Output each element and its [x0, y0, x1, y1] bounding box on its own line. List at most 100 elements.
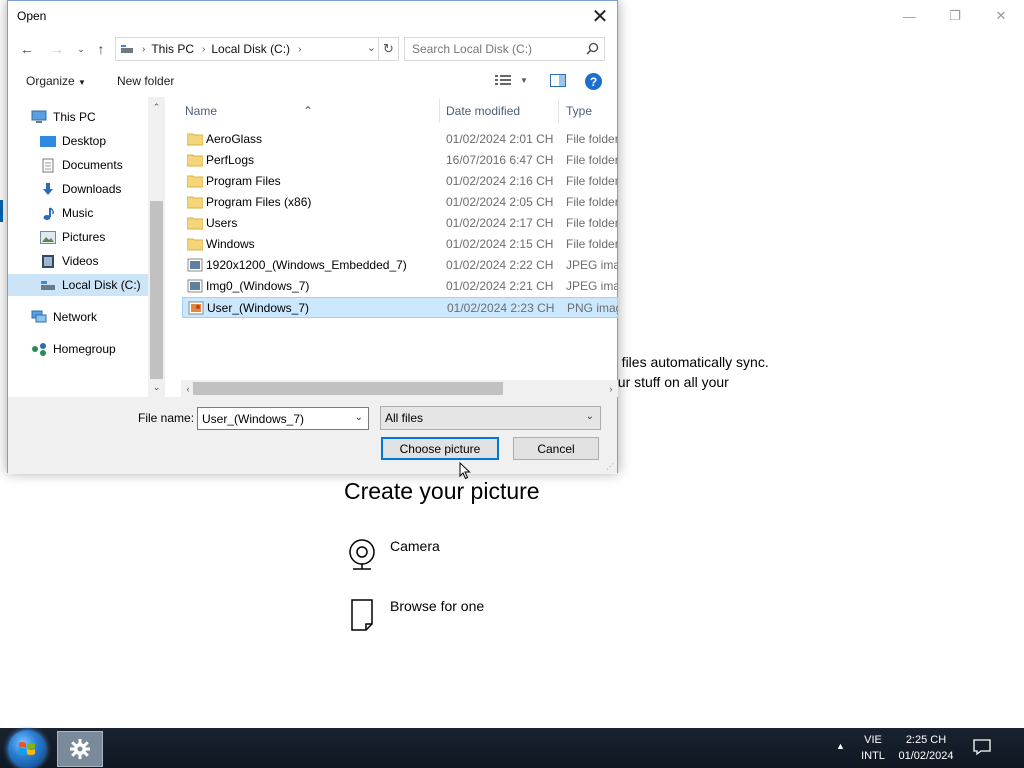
file-name: User_(Windows_7) [207, 301, 310, 315]
file-name: Users [206, 216, 238, 230]
column-divider[interactable] [558, 99, 559, 123]
nav-vertical-scrollbar[interactable]: ⌃ ⌄ [148, 97, 165, 397]
resize-grip-icon[interactable]: ⋰ [606, 462, 614, 471]
jpeg-icon [187, 258, 203, 272]
folder-icon [186, 132, 204, 146]
breadcrumb-chevron-icon: › [298, 43, 302, 55]
nav-label: Local Disk (C:) [62, 278, 141, 292]
command-bar: Organize ▼ New folder ▼ ? [8, 67, 617, 97]
camera-label: Camera [390, 538, 440, 554]
create-picture-title: Create your picture [344, 478, 540, 504]
file-row[interactable]: Program Files 01/02/2024 2:16 CH File fo… [182, 171, 618, 192]
file-row[interactable]: Windows 01/02/2024 2:15 CH File folder [182, 234, 618, 255]
minimize-button[interactable]: — [886, 0, 932, 32]
up-arrow-icon[interactable]: ↑ [90, 38, 112, 60]
column-header-date[interactable]: Date modified [446, 104, 520, 118]
file-name-label: File name: [138, 411, 195, 425]
browse-option[interactable]: Browse for one [346, 597, 484, 633]
file-name: Windows [206, 237, 255, 251]
cancel-button[interactable]: Cancel [513, 437, 599, 460]
file-row[interactable]: PerfLogs 16/07/2016 6:47 CH File folder [182, 150, 618, 171]
computer-icon [31, 110, 47, 124]
folder-icon [186, 237, 204, 251]
music-icon [40, 206, 56, 220]
choose-picture-button[interactable]: Choose picture [381, 437, 499, 460]
restore-button[interactable]: ❐ [932, 0, 978, 32]
nav-item-videos[interactable]: Videos [8, 250, 148, 272]
scroll-thumb[interactable] [193, 382, 503, 395]
help-icon[interactable]: ? [585, 73, 602, 90]
nav-item-this-pc[interactable]: This PC [8, 106, 148, 128]
file-date: 01/02/2024 2:01 CH [446, 132, 554, 146]
preview-pane-icon[interactable] [550, 74, 566, 90]
show-hidden-icons-icon[interactable]: ▲ [836, 741, 845, 751]
nav-item-desktop[interactable]: Desktop [8, 130, 148, 152]
language-indicator[interactable]: VIE INTL [857, 732, 889, 764]
camera-option[interactable]: Camera [346, 537, 440, 573]
file-type-select[interactable]: All files ⌄ [380, 406, 601, 430]
start-button[interactable] [8, 730, 46, 768]
close-button[interactable]: ✕ [978, 0, 1024, 32]
nav-item-local-disk[interactable]: Local Disk (C:) [8, 274, 148, 296]
nav-label: Desktop [62, 134, 107, 148]
change-view-icon[interactable] [495, 74, 511, 89]
file-date: 01/02/2024 2:21 CH [446, 279, 554, 293]
new-folder-button[interactable]: New folder [117, 74, 174, 88]
scroll-down-arrow-icon[interactable]: ⌄ [148, 379, 165, 395]
file-type: PNG image [567, 301, 618, 315]
nav-item-pictures[interactable]: Pictures [8, 226, 148, 248]
file-name-value: User_(Windows_7) [202, 412, 305, 426]
search-icon[interactable] [586, 42, 599, 58]
nav-label: Network [53, 310, 98, 324]
file-horizontal-scrollbar[interactable]: ‹ › [181, 380, 618, 397]
document-icon [346, 597, 378, 633]
taskbar-settings-app[interactable] [57, 731, 103, 767]
address-bar[interactable]: › This PC › Local Disk (C:) › ⌄ ↻ [115, 37, 399, 61]
action-center-icon[interactable] [972, 738, 992, 756]
file-type: File folder [566, 195, 618, 209]
file-row[interactable]: 1920x1200_(Windows_Embedded_7) 01/02/202… [182, 255, 618, 276]
file-name-input[interactable]: User_(Windows_7) ⌄ [197, 407, 369, 430]
nav-selection-indicator [0, 200, 3, 222]
dialog-close-button[interactable]: ✕ [583, 1, 617, 31]
view-options-dropdown-icon[interactable]: ▼ [520, 76, 528, 85]
breadcrumb-this-pc[interactable]: This PC [151, 42, 194, 56]
file-row[interactable]: AeroGlass 01/02/2024 2:01 CH File folder [182, 129, 618, 150]
chevron-down-icon[interactable]: ⌄ [355, 412, 363, 423]
file-row[interactable]: Img0_(Windows_7) 01/02/2024 2:21 CH JPEG… [182, 276, 618, 297]
forward-arrow-icon[interactable]: → [46, 38, 68, 60]
file-row-selected[interactable]: User_(Windows_7) 01/02/2024 2:23 CH PNG … [182, 297, 618, 318]
recent-locations-chevron-icon[interactable]: ⌄ [70, 38, 92, 60]
file-row[interactable]: Program Files (x86) 01/02/2024 2:05 CH F… [182, 192, 618, 213]
chevron-down-icon: ⌄ [585, 411, 594, 422]
file-type: File folder [566, 237, 618, 251]
scroll-thumb[interactable] [150, 201, 163, 379]
search-input[interactable]: Search Local Disk (C:) [404, 37, 605, 61]
nav-item-music[interactable]: Music [8, 202, 148, 224]
scroll-right-arrow-icon[interactable]: › [604, 380, 618, 397]
file-date: 01/02/2024 2:05 CH [446, 195, 554, 209]
scroll-up-arrow-icon[interactable]: ⌃ [148, 99, 165, 115]
file-row[interactable]: Users 01/02/2024 2:17 CH File folder [182, 213, 618, 234]
column-header-name[interactable]: Name [185, 104, 217, 118]
column-divider[interactable] [439, 99, 440, 123]
clock[interactable]: 2:25 CH 01/02/2024 [896, 732, 956, 764]
nav-item-downloads[interactable]: Downloads [8, 178, 148, 200]
nav-item-network[interactable]: Network [8, 306, 148, 328]
back-arrow-icon[interactable]: ← [16, 38, 38, 60]
clock-time: 2:25 CH [905, 734, 947, 746]
pictures-icon [40, 230, 56, 244]
column-header-type[interactable]: Type [566, 104, 592, 118]
breadcrumb-local-disk[interactable]: Local Disk (C:) [211, 42, 290, 56]
address-dropdown-icon[interactable]: ⌄ [367, 41, 376, 54]
nav-item-homegroup[interactable]: Homegroup [8, 338, 148, 360]
file-type: File folder [566, 216, 618, 230]
window-controls: — ❐ ✕ [886, 0, 1024, 32]
breadcrumb-chevron-icon: › [202, 43, 206, 55]
keyboard-layout: INTL [861, 750, 885, 762]
drive-icon [120, 43, 134, 55]
navigation-bar: ← → ⌄ ↑ › This PC › Local Disk (C:) › ⌄ … [8, 35, 617, 63]
nav-item-documents[interactable]: Documents [8, 154, 148, 176]
organize-button[interactable]: Organize ▼ [26, 74, 86, 88]
refresh-icon[interactable]: ↻ [378, 38, 398, 60]
